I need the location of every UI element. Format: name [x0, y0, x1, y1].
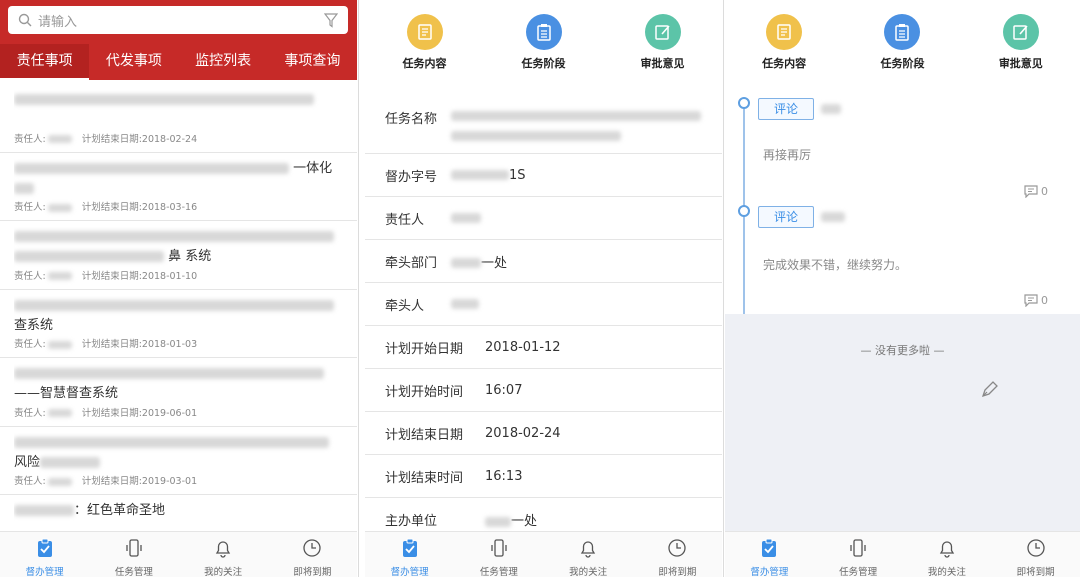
bell-icon — [580, 541, 596, 558]
phone-icon — [491, 539, 507, 557]
tab-approval[interactable]: 审批意见 — [962, 14, 1080, 71]
phone-icon — [850, 539, 866, 557]
clipboard-check-icon — [37, 538, 52, 557]
nav-expiring[interactable]: 即将到期 — [991, 532, 1080, 577]
list-footer: — 没有更多啦 — — [725, 314, 1080, 531]
nav-expiring[interactable]: 即将到期 — [268, 532, 357, 577]
no-more-text: — 没有更多啦 — — [860, 344, 945, 357]
bell-icon — [215, 541, 231, 558]
timeline-dot — [738, 97, 750, 109]
clock-icon — [303, 539, 322, 557]
clipboard-list-icon — [895, 24, 910, 41]
tab-query[interactable]: 事项查询 — [268, 44, 357, 80]
comment-icon — [1024, 294, 1038, 307]
nav-tasks[interactable]: 任务管理 — [89, 532, 178, 577]
nav-expiring[interactable]: 即将到期 — [633, 532, 722, 577]
document-icon — [417, 24, 432, 40]
task-list: 责任人: 计划结束日期:2018-02-24 一体化 责任人: 计划结束日期:201… — [0, 84, 357, 564]
timeline-dot — [738, 205, 750, 217]
tab-task-stage[interactable]: 任务阶段 — [843, 14, 961, 71]
search-placeholder: 请输入 — [38, 14, 78, 30]
list-item[interactable]: 一体化 责任人: 计划结束日期:2018-03-16 — [0, 153, 357, 221]
search-icon — [18, 13, 32, 27]
comment-timeline: 评论 再接再厉 0 评论 完成效果不错，继续努力。 0 — [725, 88, 1080, 314]
search-input[interactable]: 请输入 — [8, 6, 348, 34]
reply-count[interactable]: 0 — [1024, 185, 1048, 198]
nav-follow[interactable]: 我的关注 — [179, 532, 268, 577]
task-list-screen: 请输入 责任事项 代发事项 监控列表 事项查询 责任人: 计划结束日期:2018-… — [0, 0, 357, 577]
bottom-nav: 督办管理 任务管理 我的关注 即将到期 — [0, 531, 357, 577]
task-detail-screen: 任务内容 任务阶段 审批意见 任务名称 督办字号 1S 责任人 牵头部门 一处 牵头… — [365, 0, 722, 577]
nav-supervision[interactable]: 督办管理 — [725, 532, 814, 577]
comment-button[interactable]: 评论 — [758, 98, 814, 120]
field-lead-dept: 牵头部门 一处 — [365, 240, 722, 283]
detail-tabs: 任务内容 任务阶段 审批意见 — [365, 14, 722, 71]
list-item[interactable]: 风险 责任人: 计划结束日期:2019-03-01 — [0, 427, 357, 495]
nav-tasks[interactable]: 任务管理 — [454, 532, 543, 577]
list-item[interactable]: 责任人: 计划结束日期:2018-02-24 — [0, 84, 357, 153]
field-owner: 责任人 — [365, 197, 722, 240]
nav-supervision[interactable]: 督办管理 — [365, 532, 454, 577]
bell-icon — [939, 541, 955, 558]
header-bar: 请输入 责任事项 代发事项 监控列表 事项查询 — [0, 0, 357, 80]
clock-icon — [1026, 539, 1045, 557]
clipboard-list-icon — [536, 24, 551, 41]
comment-text: 完成效果不错，继续努力。 — [763, 258, 908, 272]
field-plan-end-time: 计划结束时间 16:13 — [365, 455, 722, 498]
field-doc-number: 督办字号 1S — [365, 154, 722, 197]
nav-supervision[interactable]: 督办管理 — [0, 532, 89, 577]
phone-icon — [126, 539, 142, 557]
tab-task-content[interactable]: 任务内容 — [725, 14, 843, 71]
tab-proxy[interactable]: 代发事项 — [89, 44, 178, 80]
nav-follow[interactable]: 我的关注 — [544, 532, 633, 577]
field-plan-start-date: 计划开始日期 2018-01-12 — [365, 326, 722, 369]
list-item[interactable]: 查系统 责任人: 计划结束日期:2018-01-03 — [0, 290, 357, 358]
clipboard-check-icon — [762, 538, 777, 557]
field-lead-person: 牵头人 — [365, 283, 722, 326]
field-task-name: 任务名称 — [365, 88, 722, 154]
divider — [358, 0, 359, 577]
pen-icon[interactable] — [979, 378, 1001, 400]
bottom-nav: 督办管理 任务管理 我的关注 即将到期 — [365, 531, 722, 577]
nav-follow[interactable]: 我的关注 — [903, 532, 992, 577]
divider — [723, 0, 724, 577]
clock-icon — [668, 539, 687, 557]
tab-approval[interactable]: 审批意见 — [603, 14, 722, 71]
approval-screen: 任务内容 任务阶段 审批意见 评论 再接再厉 0 评论 完成效果不错，继续努力。… — [725, 0, 1080, 577]
nav-tasks[interactable]: 任务管理 — [814, 532, 903, 577]
comment-icon — [1024, 185, 1038, 198]
field-plan-start-time: 计划开始时间 16:07 — [365, 369, 722, 412]
commenter-name — [821, 104, 841, 114]
edit-icon — [1013, 25, 1028, 40]
list-item[interactable]: ——智慧督查系统 责任人: 计划结束日期:2019-06-01 — [0, 358, 357, 427]
tab-monitor[interactable]: 监控列表 — [179, 44, 268, 80]
document-icon — [777, 24, 791, 40]
list-item[interactable]: 鼻 系统 责任人: 计划结束日期:2018-01-10 — [0, 221, 357, 290]
tab-responsibility[interactable]: 责任事项 — [0, 44, 90, 80]
clipboard-check-icon — [402, 538, 417, 557]
comment-button[interactable]: 评论 — [758, 206, 814, 228]
reply-count[interactable]: 0 — [1024, 294, 1048, 307]
filter-icon[interactable] — [324, 12, 338, 28]
tab-task-content[interactable]: 任务内容 — [365, 14, 484, 71]
bottom-nav: 督办管理 任务管理 我的关注 即将到期 — [725, 531, 1080, 577]
edit-icon — [654, 25, 670, 40]
comment-text: 再接再厉 — [763, 148, 812, 162]
task-detail-form: 任务名称 督办字号 1S 责任人 牵头部门 一处 牵头人 计划开始日期 2018-01… — [365, 88, 722, 541]
detail-tabs: 任务内容 任务阶段 审批意见 — [725, 14, 1080, 71]
field-plan-end-date: 计划结束日期 2018-02-24 — [365, 412, 722, 455]
tab-bar: 责任事项 代发事项 监控列表 事项查询 — [0, 44, 357, 80]
commenter-name — [821, 212, 845, 222]
tab-task-stage[interactable]: 任务阶段 — [484, 14, 603, 71]
